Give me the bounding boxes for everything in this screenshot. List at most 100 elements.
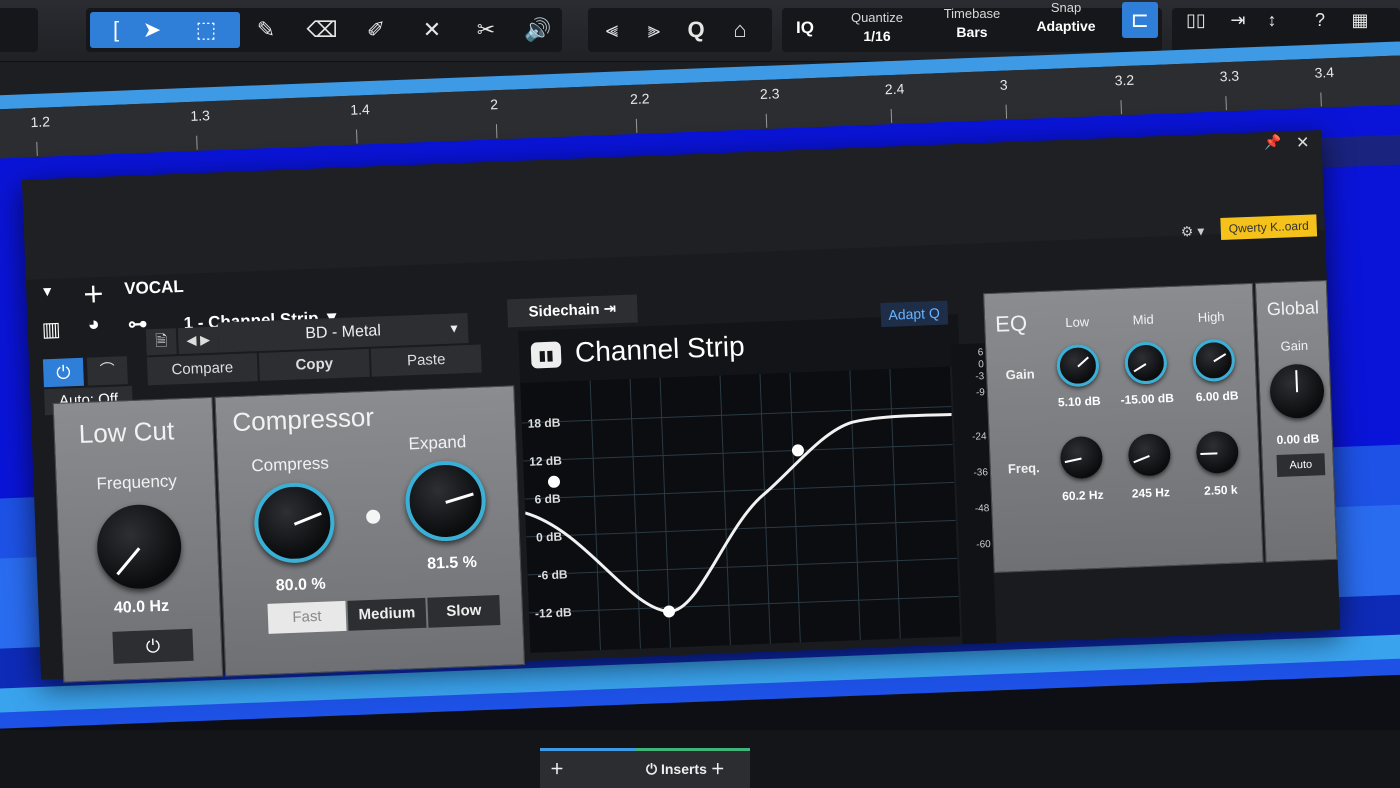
snap-select[interactable]: Adaptive [1026,18,1106,34]
console-icon[interactable]: ▯▯ [1176,2,1216,38]
knob-indicator [1064,457,1082,464]
ruler-tick [196,135,198,150]
adapt-q-button[interactable]: Adapt Q [879,300,949,328]
ruler-mark: 3.4 [1314,64,1335,81]
close-icon[interactable]: ✕ [1296,133,1310,153]
eq-low-freq-knob[interactable] [1059,435,1104,480]
add-plugin-icon[interactable]: ＋ [82,277,105,310]
db-label: 6 dB [534,491,561,507]
power-icon[interactable]: ⏻ [42,357,84,388]
knob-indicator [1133,454,1150,464]
global-title: Global [1266,297,1320,320]
global-gain-label: Gain [1280,337,1309,354]
eq-low-gain-knob[interactable] [1056,343,1100,388]
knob-view-icon[interactable]: ◕ [87,313,100,336]
quantize-label: Quantize [850,10,904,25]
preset-name: BD - Metal [304,322,382,343]
automation-icon[interactable]: ⌒ [86,356,128,386]
inserts-label: Inserts [660,761,707,777]
marker-icon[interactable]: ↕ [1252,2,1292,38]
compress-value: 80.0 % [275,575,326,595]
meter-label: -24 [971,431,987,443]
bend-icon[interactable]: ⫸ [634,12,674,48]
global-section: Global Gain 0.00 dB Auto [1254,279,1338,563]
preset-file-icon[interactable]: 🗎 [145,328,177,356]
inserts-tab[interactable]: ⏻ Inserts ＋ [636,748,750,788]
arrow-tool-icon[interactable]: ➤ [132,12,172,48]
global-gain-knob[interactable] [1269,363,1326,420]
eq-high-label: High [1197,308,1225,325]
eraser-tool-icon[interactable]: ⌫ [302,12,342,48]
db-label: 12 dB [528,453,563,469]
help-icon[interactable]: ? [1300,2,1340,38]
ruler-mark: 2.3 [759,85,780,103]
iq-button[interactable]: IQ [790,18,820,38]
paste-button[interactable]: Paste [370,344,482,377]
range-tool-icon[interactable]: ⬚ [186,12,226,48]
menu-dropdown-icon[interactable]: ▼ [40,283,54,300]
eq-section: EQ Low Mid High Gain 5.10 dB -15.00 dB 6… [983,282,1264,573]
low-cut-power-icon[interactable]: ⏻ [112,628,194,664]
mute-tool-icon[interactable]: ✕ [412,12,452,48]
browser-icon[interactable]: ▦ [1340,2,1380,38]
compress-knob[interactable] [252,481,336,565]
frequency-knob[interactable] [95,503,183,591]
expand-knob[interactable] [404,459,488,543]
eq-high-freq-knob[interactable] [1195,430,1240,475]
mode-medium-button[interactable]: Medium [347,597,427,631]
compare-button[interactable]: Compare [146,353,258,386]
mode-fast-button[interactable]: Fast [267,600,347,634]
sidechain-button[interactable]: Sidechain ⇥ [506,294,638,328]
knob-indicator [1295,370,1299,393]
copy-button[interactable]: Copy [258,348,370,382]
quantize-select[interactable]: 1/16 [832,28,922,44]
low-cut-section: Low Cut Frequency 40.0 Hz ⏻ [52,396,224,683]
chain-icon[interactable]: ⊶ [127,311,148,337]
groove-icon[interactable]: ⌂ [720,12,760,48]
sidechain-arrow-icon: ⇥ [603,300,617,318]
snap-toggle-icon[interactable]: ⊏ [1122,2,1158,38]
ruler-tick [495,124,498,139]
listen-tool-icon[interactable]: 🔊 [518,12,558,48]
keyboard-badge[interactable]: Qwerty K..oard [1220,214,1318,241]
settings-gear-icon[interactable]: ⚙ ▾ [1181,223,1205,241]
eq-high-gain-knob[interactable] [1192,338,1236,383]
global-auto-button[interactable]: Auto [1276,453,1326,478]
ruler-tick [635,118,638,133]
ruler-mark: 3 [999,76,1008,93]
meter-label: -9 [975,387,986,399]
ruler-mark: 1.4 [349,101,371,118]
graph-grid [521,368,959,651]
split-tool-icon[interactable]: ✂ [466,12,506,48]
knob-indicator [445,492,474,504]
pin-icon[interactable]: 📌 [1264,134,1282,152]
paint-tool-icon[interactable]: ✐ [356,12,396,48]
ruler-mark: 1.3 [190,107,211,124]
pencil-tool-icon[interactable]: ✎ [246,12,286,48]
power-icon[interactable]: ⏻ [646,761,657,777]
quantize-button[interactable]: Q [676,12,716,48]
eq-mid-freq-knob[interactable] [1127,433,1172,477]
presonus-logo-icon: ▮▮ [530,341,562,369]
eq-mid-label: Mid [1132,311,1154,328]
ruler-mark: 1.2 [30,113,51,131]
ruler-tick [1005,104,1008,119]
link-dot-icon[interactable] [365,509,381,525]
low-band-handle[interactable] [547,475,560,488]
routing-icon[interactable]: ▥ [41,317,61,343]
preset-nav-arrows[interactable]: ◀ ▶ [177,326,219,355]
strip-silence-icon[interactable]: ⫷ [592,12,632,48]
eq-high-gain-value: 6.00 dB [1195,388,1239,405]
bracket-tool-icon[interactable]: [ [96,12,136,48]
low-cut-title: Low Cut [78,415,175,449]
eq-mid-gain-knob[interactable] [1124,341,1168,385]
knob-indicator [1077,356,1090,368]
bottom-tab-plus[interactable]: ＋ [540,748,636,788]
knob-indicator [1213,352,1227,363]
timebase-select[interactable]: Bars [932,24,1012,40]
eq-graph[interactable]: 18 dB 12 dB 6 dB 0 dB -6 dB -12 dB [520,366,961,653]
frequency-value: 40.0 Hz [113,597,170,617]
meter-label: -60 [976,539,991,551]
mode-slow-button[interactable]: Slow [427,594,501,628]
add-insert-icon[interactable]: ＋ [711,761,725,777]
